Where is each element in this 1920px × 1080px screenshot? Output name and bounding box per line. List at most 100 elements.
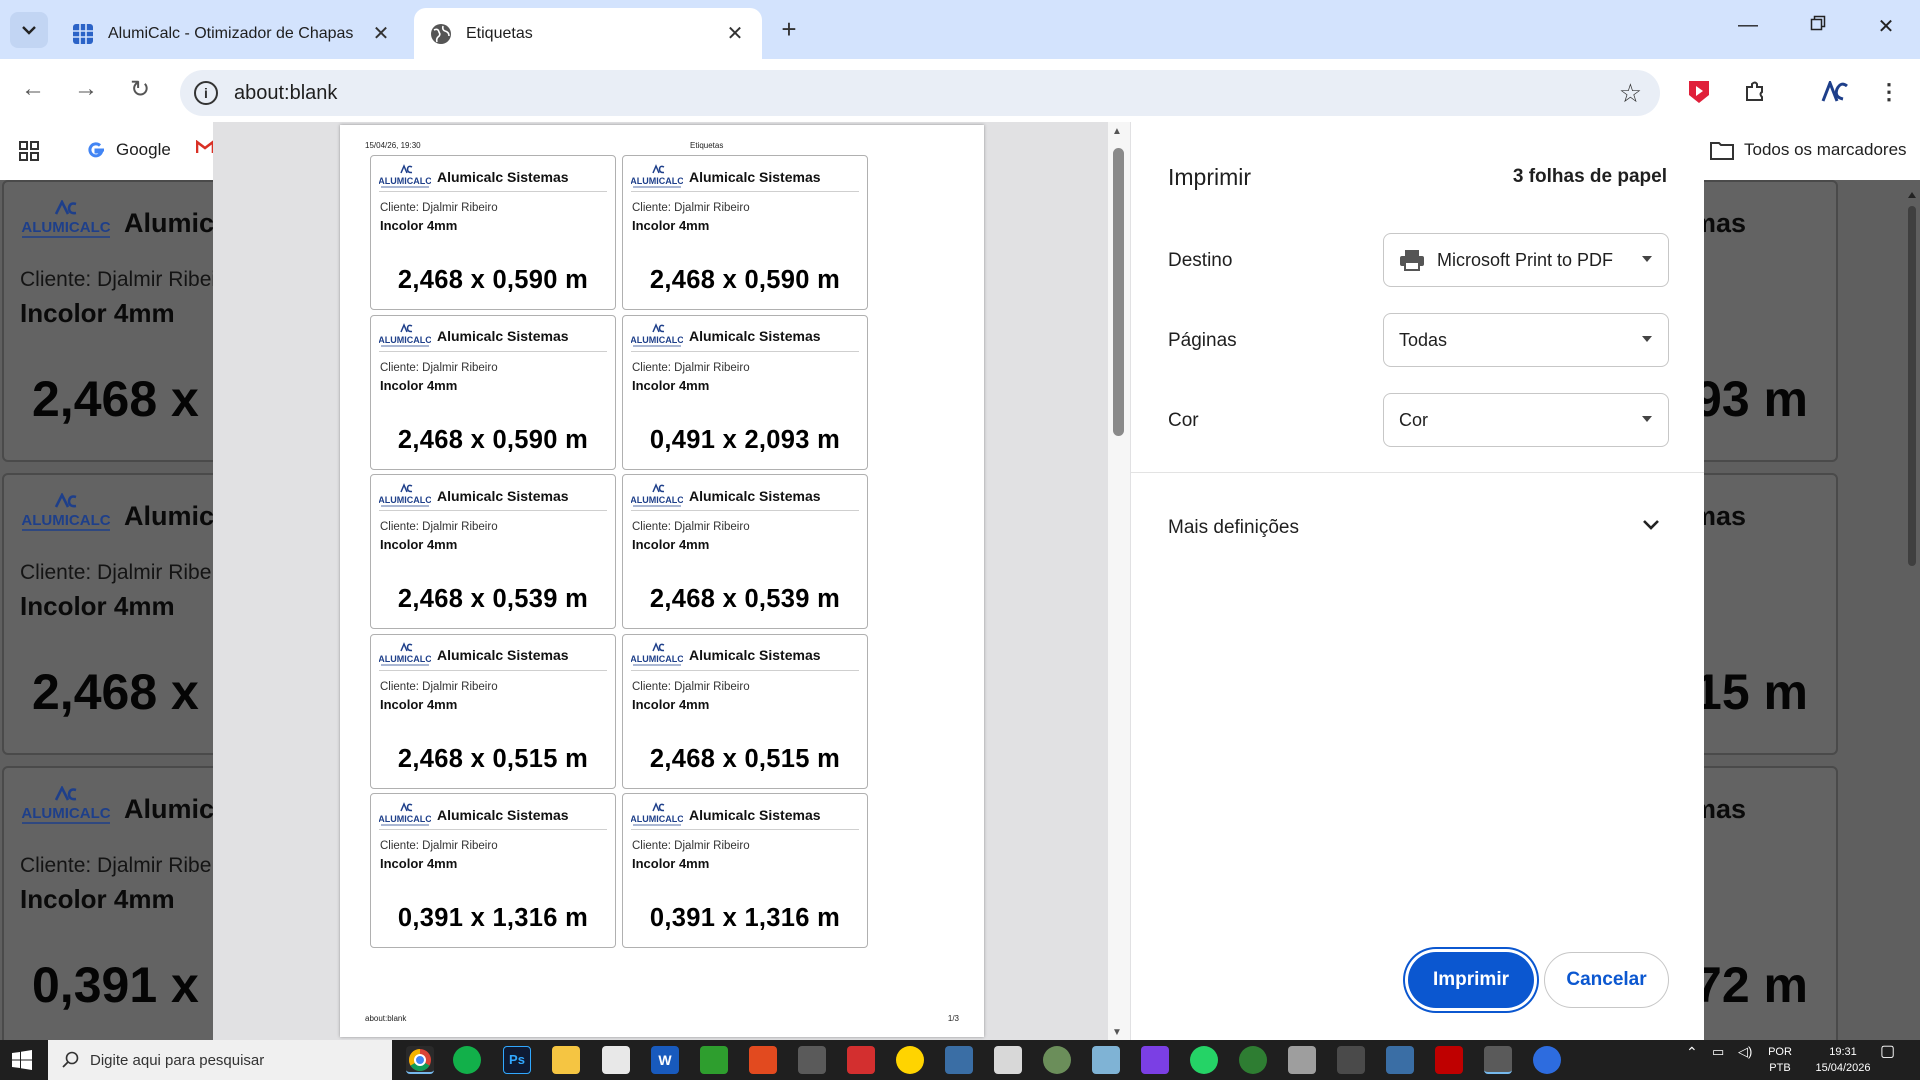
notifications-icon[interactable]: ▢ — [1880, 1044, 1895, 1060]
whatsapp-icon[interactable] — [1190, 1046, 1218, 1074]
database-icon[interactable] — [1288, 1046, 1316, 1074]
tab-etiquetas[interactable]: Etiquetas ✕ — [414, 8, 762, 59]
smiley-icon[interactable] — [896, 1046, 924, 1074]
bookmark-label: Todos os marcadores — [1744, 140, 1907, 159]
restore-icon[interactable] — [1798, 14, 1838, 37]
color-select[interactable]: Cor — [1383, 393, 1669, 447]
gmail-icon[interactable] — [196, 140, 214, 154]
label-header: ALUMICALC Alumicalc Sistemas — [379, 162, 607, 192]
volume-icon[interactable]: ◁) — [1738, 1044, 1752, 1060]
camtasia-green-icon[interactable] — [700, 1046, 728, 1074]
notepad-icon[interactable] — [1092, 1046, 1120, 1074]
chrome-taskbar-icon[interactable] — [406, 1046, 434, 1074]
network-tool-icon[interactable] — [945, 1046, 973, 1074]
hs-app-icon[interactable] — [1239, 1046, 1267, 1074]
network-app-icon[interactable] — [1386, 1046, 1414, 1074]
print-button[interactable]: Imprimir — [1408, 952, 1534, 1008]
network-icon[interactable]: ▭ — [1712, 1044, 1724, 1060]
label-client: Cliente: Djalmir Ribeiro — [380, 361, 498, 374]
scrollbar-thumb[interactable] — [1113, 148, 1124, 436]
label-material: Incolor 4mm — [380, 696, 458, 712]
page-scrollbar[interactable] — [1906, 188, 1918, 588]
bookmark-all-folder[interactable]: Todos os marcadores — [1710, 140, 1907, 160]
menu-dots-icon[interactable]: ⋮ — [1874, 77, 1904, 107]
label-material: Incolor 4mm — [380, 856, 458, 871]
tool-app-icon[interactable] — [1337, 1046, 1365, 1074]
alumicalc-logo-icon: ALUMICALC — [379, 163, 431, 187]
site-info-icon[interactable]: i — [194, 81, 218, 105]
search-placeholder: Digite aqui para pesquisar — [90, 1051, 265, 1069]
alumicalc-logo-icon: ALUMICALC — [631, 323, 683, 347]
alumicalc-taskbar-icon[interactable] — [1484, 1046, 1512, 1074]
label-card: ALUMICALC Alumicalc Sistemas Cliente: Djal… — [622, 474, 868, 629]
minimize-icon[interactable]: — — [1728, 14, 1768, 37]
word-icon[interactable]: W — [651, 1046, 679, 1074]
photoshop-icon[interactable]: Ps — [503, 1046, 531, 1074]
label-company: Alumicalc Sistemas — [437, 487, 569, 504]
browser-toolbar: ← → ↻ i about:blank ☆ ⋮ — [0, 59, 1920, 126]
forward-icon[interactable]: → — [69, 75, 103, 103]
divider — [1131, 472, 1704, 473]
print-settings-panel: Imprimir 3 folhas de papel Destino Micro… — [1131, 122, 1704, 1040]
tray-chevron-icon[interactable]: ⌃ — [1686, 1044, 1698, 1060]
label-dimensions: 2,468 x 0,539 m — [397, 585, 589, 613]
apps-grid-icon[interactable] — [18, 140, 40, 162]
cancel-button[interactable]: Cancelar — [1544, 952, 1669, 1008]
extensions-puzzle-icon[interactable] — [1740, 77, 1770, 107]
alumicalc-logo-icon: ALUMICALC — [21, 200, 111, 238]
purple-app-icon[interactable] — [1141, 1046, 1169, 1074]
destination-select[interactable]: Microsoft Print to PDF — [1383, 233, 1669, 287]
clock-time: 19:31 — [1829, 1046, 1857, 1058]
url-text[interactable]: about:blank — [234, 82, 337, 105]
extension-shield-icon[interactable] — [1684, 77, 1714, 107]
svg-text:ALUMICALC: ALUMICALC — [631, 814, 683, 824]
phone-app-icon[interactable] — [453, 1046, 481, 1074]
label-card: ALUMICALC Alumicalc Sistemas Cliente: Djal… — [622, 155, 868, 310]
preview-scrollbar[interactable]: ▲ ▼ — [1108, 122, 1130, 1040]
scroll-down-icon[interactable]: ▼ — [1112, 1027, 1122, 1038]
pages-select[interactable]: Todas — [1383, 313, 1669, 367]
close-window-icon[interactable]: ✕ — [1866, 14, 1906, 39]
svg-text:ALUMICALC: ALUMICALC — [379, 176, 431, 186]
close-tab-icon[interactable]: ✕ — [370, 21, 392, 46]
more-settings-toggle[interactable]: Mais definições — [1168, 517, 1299, 539]
windows-start-icon[interactable] — [12, 1050, 32, 1075]
red-app-icon[interactable] — [994, 1046, 1022, 1074]
label-dimensions: 2,468 x 0,590 m — [397, 425, 589, 454]
label-material: Incolor 4mm — [632, 537, 710, 552]
anydesk-icon[interactable] — [602, 1046, 630, 1074]
svg-text:ALUMICALC: ALUMICALC — [631, 495, 683, 505]
close-tab-icon[interactable]: ✕ — [724, 21, 746, 46]
reload-icon[interactable]: ↻ — [123, 75, 157, 104]
bookmark-google[interactable]: Google — [86, 140, 171, 160]
pages-value: Todas — [1399, 329, 1448, 350]
bookmark-star-icon[interactable]: ☆ — [1619, 78, 1642, 109]
filezilla-icon[interactable] — [1435, 1046, 1463, 1074]
destination-label: Destino — [1168, 250, 1233, 271]
alumicalc-logo-icon: ALUMICALC — [631, 163, 683, 187]
svg-text:ALUMICALC: ALUMICALC — [379, 495, 431, 505]
calculator-icon[interactable] — [798, 1046, 826, 1074]
language-indicator[interactable]: POR PTB — [1762, 1044, 1798, 1076]
tab-title: AlumiCalc - Otimizador de Chapas — [108, 24, 354, 42]
paint-icon[interactable] — [1043, 1046, 1071, 1074]
taskbar-search-input[interactable]: Digite aqui para pesquisar — [48, 1040, 392, 1080]
alumicalc-logo-icon: ALUMICALC — [631, 801, 683, 825]
blue-app-icon[interactable] — [1533, 1046, 1561, 1074]
folder-icon — [1710, 142, 1734, 160]
google-icon — [88, 142, 104, 158]
new-tab-button[interactable]: + — [774, 14, 804, 45]
back-icon[interactable]: ← — [16, 75, 50, 103]
anydesk-red-icon[interactable] — [847, 1046, 875, 1074]
camtasia-orange-icon[interactable] — [749, 1046, 777, 1074]
scroll-up-icon[interactable]: ▲ — [1112, 126, 1122, 137]
file-explorer-icon[interactable] — [552, 1046, 580, 1074]
tab-search-button[interactable] — [10, 12, 48, 48]
windows-taskbar: Digite aqui para pesquisar Ps W ⌃ ▭ ◁) P… — [0, 1040, 1920, 1080]
clock[interactable]: 19:31 15/04/2026 — [1808, 1044, 1878, 1076]
alumicalc-extension-icon[interactable] — [1820, 77, 1850, 107]
chevron-down-icon[interactable] — [1642, 514, 1660, 537]
tab-alumicalc[interactable]: AlumiCalc - Otimizador de Chapas ✕ — [56, 8, 408, 59]
address-bar[interactable]: i about:blank ☆ — [180, 70, 1660, 116]
label-client: Cliente: Djalmir Ribeiro — [632, 202, 750, 214]
